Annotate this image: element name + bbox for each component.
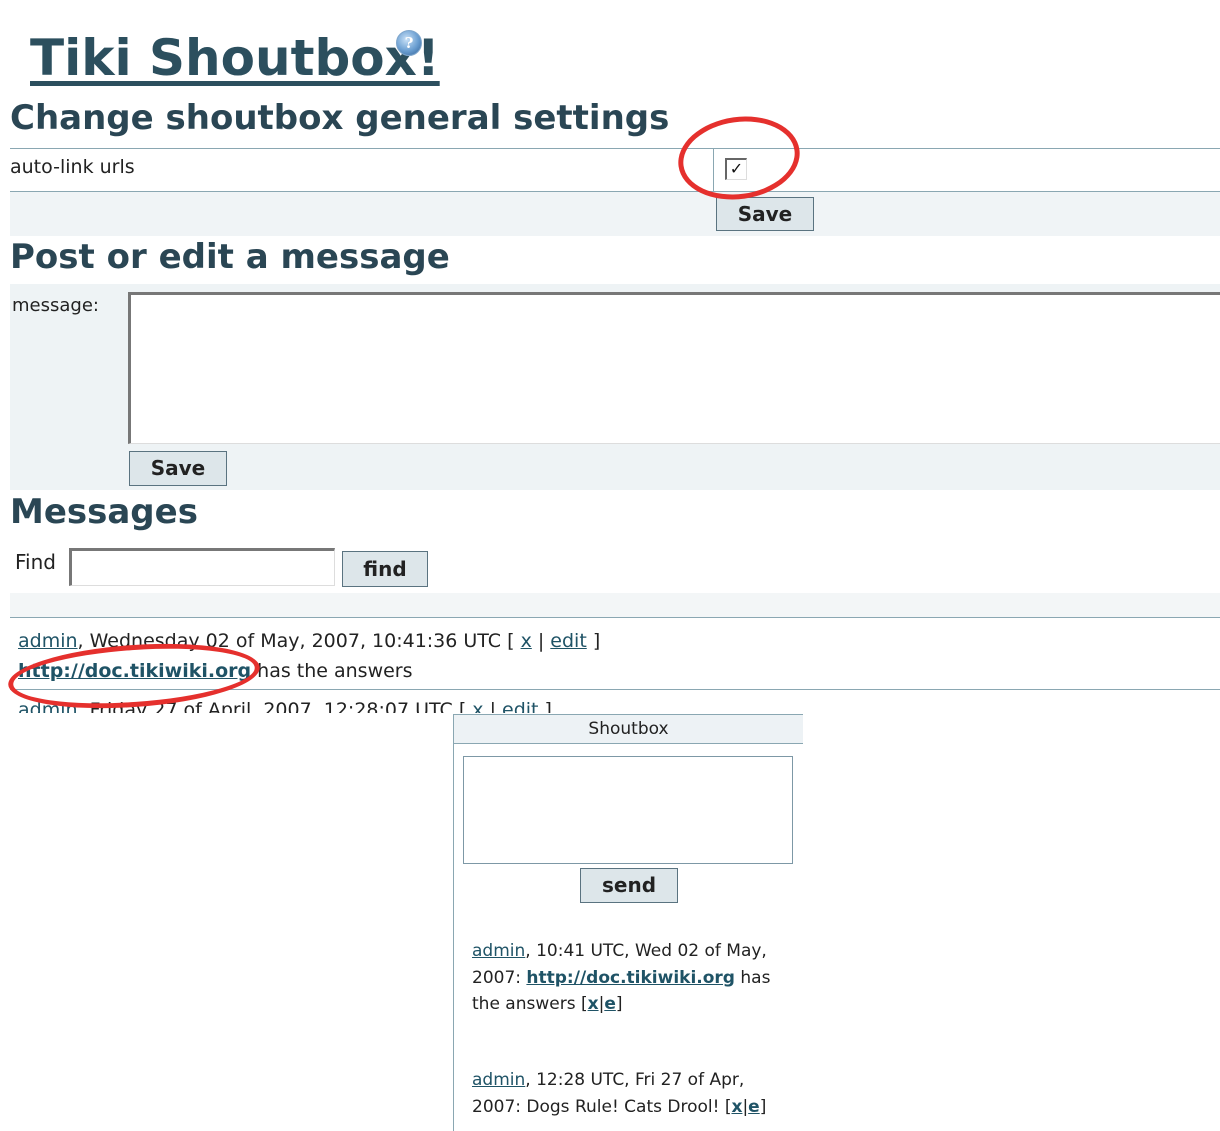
post-save-button[interactable]: Save [129,451,227,486]
message-edit-link[interactable]: edit [502,699,538,713]
separator: | [531,630,551,652]
find-button[interactable]: find [342,551,428,587]
shout-url-link[interactable]: http://doc.tikiwiki.org [526,968,735,988]
general-settings-heading: Change shoutbox general settings [10,98,670,138]
message-label: message: [12,295,99,316]
shoutbox-title: Shoutbox [453,714,803,744]
shout-delete-link[interactable]: x [731,1097,742,1117]
send-button[interactable]: send [580,868,678,903]
shout-entry: admin, 12:28 UTC, Fri 27 of Apr, 2007: D… [472,1067,787,1120]
shout-entry: admin, 10:41 UTC, Wed 02 of May, 2007: h… [472,938,787,1018]
message-user-link[interactable]: admin [18,630,78,652]
find-label: Find [15,550,56,574]
help-icon[interactable]: ? [396,30,422,56]
page-title[interactable]: Tiki Shoutbox! [30,28,440,88]
shout-input[interactable] [463,756,793,864]
bracket-close: ] [759,1096,767,1117]
settings-save-button[interactable]: Save [716,197,814,231]
messages-heading: Messages [10,492,198,532]
message-delete-link[interactable]: x [472,699,483,713]
shout-delete-link[interactable]: x [588,994,599,1014]
message-edit-link[interactable]: edit [550,630,586,652]
post-message-heading: Post or edit a message [10,237,450,277]
settings-footer [10,192,1220,236]
find-input[interactable] [69,548,335,586]
autolink-label: auto-link urls [10,156,135,178]
bracket-close: ] [586,630,601,652]
bracket-close: ] [615,994,623,1014]
bracket-close: ] [538,699,552,713]
shout-user-link[interactable]: admin [472,1070,525,1090]
separator: | [483,699,503,713]
shout-edit-link[interactable]: e [748,1097,760,1117]
shout-edit-link[interactable]: e [604,994,616,1014]
message-delete-link[interactable]: x [521,630,532,652]
message-textarea[interactable] [128,292,1220,444]
divider [10,617,1220,618]
shout-user-link[interactable]: admin [472,941,525,961]
find-footer [10,593,1220,617]
message-text: has the answers [251,660,413,682]
